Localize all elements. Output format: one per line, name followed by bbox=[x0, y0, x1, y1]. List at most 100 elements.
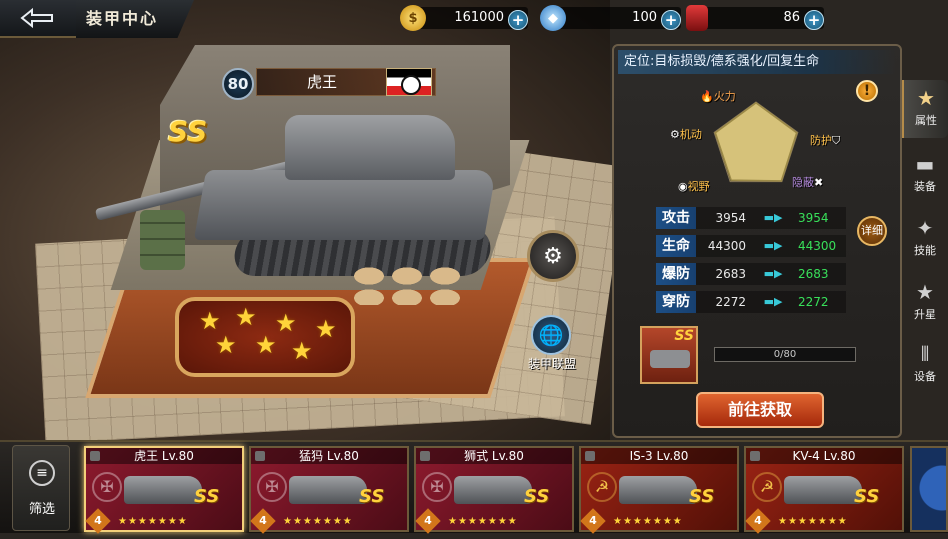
gold-resource: $ 161000 + bbox=[400, 5, 528, 31]
fuel-barrel-icon bbox=[686, 5, 708, 31]
star-icon: ★ bbox=[291, 337, 313, 365]
card-stars: ★★★★★★★ bbox=[448, 516, 518, 527]
page-title: 装甲中心 bbox=[76, 0, 194, 38]
card-count: 4 bbox=[85, 508, 111, 534]
star-up-icon: ★ bbox=[916, 280, 934, 304]
hammer-sickle-icon: ☭ bbox=[752, 472, 782, 502]
stats-table: 攻击 3954 ▬▶ 3954 生命 44300 ▬▶ 44300 爆防 268… bbox=[656, 206, 854, 318]
tank-tab-icon: ▬ bbox=[915, 152, 935, 176]
tab-skills[interactable]: ✦ 技能 bbox=[902, 210, 948, 268]
star-icon: ★ bbox=[255, 331, 277, 359]
stat-row: 穿防 2272 ▬▶ 2272 bbox=[656, 290, 854, 314]
tank-name: 虎王 bbox=[307, 73, 338, 91]
stat-new: 2683 bbox=[794, 263, 846, 285]
card-name: 狮式 Lv.80 bbox=[416, 448, 572, 464]
stat-new: 3954 bbox=[794, 207, 846, 229]
diamond-icon: ◆ bbox=[540, 5, 566, 31]
star-icon: ★ bbox=[235, 303, 257, 331]
add-fuel-button[interactable]: + bbox=[804, 10, 824, 30]
side-tabs: ★ 属性 ▬ 装备 ✦ 技能 ★ 升星 ⦀ 设备 bbox=[902, 80, 948, 390]
mini-tank-icon bbox=[650, 350, 690, 368]
fuel-resource: 86 + bbox=[686, 5, 824, 31]
card-rank: SS bbox=[524, 486, 550, 507]
detail-button[interactable]: 详细 bbox=[857, 216, 887, 246]
axis-mobility: ⚙机动 bbox=[670, 128, 702, 141]
axis-firepower: 🔥火力 bbox=[700, 90, 736, 103]
tank-rank: SS bbox=[168, 115, 208, 148]
star-icon: ★ bbox=[315, 315, 337, 343]
tank-skill-icon: ✦ bbox=[916, 216, 934, 240]
card-tank-image bbox=[124, 476, 202, 504]
tab-label: 属性 bbox=[915, 114, 937, 127]
tab-label: 技能 bbox=[914, 244, 936, 257]
top-bar: 装甲中心 $ 161000 + ◆ 100 + 86 + bbox=[0, 0, 948, 38]
card-rank: SS bbox=[194, 486, 220, 507]
stat-new: 44300 bbox=[794, 235, 846, 257]
iron-cross-icon: ✠ bbox=[257, 472, 287, 502]
card-tank-image bbox=[619, 476, 697, 504]
tank-turret bbox=[285, 115, 455, 180]
hammer-sickle-icon: ☭ bbox=[587, 472, 617, 502]
arrow-icon: ▬▶ bbox=[752, 235, 794, 257]
back-button[interactable] bbox=[0, 0, 76, 38]
card-count: 4 bbox=[580, 508, 606, 534]
add-gold-button[interactable]: + bbox=[508, 10, 528, 30]
iron-cross-icon: ✠ bbox=[92, 472, 122, 502]
card-count: 4 bbox=[415, 508, 441, 534]
stat-base: 44300 bbox=[696, 235, 752, 257]
tank-fragment-item[interactable]: SS bbox=[640, 326, 698, 384]
card-name: 猛犸 Lv.80 bbox=[251, 448, 407, 464]
card-rank: SS bbox=[854, 486, 880, 507]
tank-card[interactable]: 狮式 Lv.80 ✠ SS 4 ★★★★★★★ bbox=[414, 446, 574, 534]
alliance-globe-icon[interactable]: 🌐 bbox=[531, 315, 571, 355]
sandbags bbox=[350, 265, 460, 305]
stat-new: 2272 bbox=[794, 291, 846, 313]
stat-name: 攻击 bbox=[656, 207, 696, 229]
add-diamond-button[interactable]: + bbox=[661, 10, 681, 30]
stat-name: 生命 bbox=[656, 235, 696, 257]
shells-icon: ⦀ bbox=[920, 342, 930, 366]
star-icon: ★ bbox=[215, 331, 237, 359]
stat-base: 2272 bbox=[696, 291, 752, 313]
star-icon: ★ bbox=[275, 309, 297, 337]
eye-icon: ◉ bbox=[678, 180, 688, 193]
card-tank-image bbox=[454, 476, 532, 504]
attribute-pentagon bbox=[713, 101, 799, 183]
filter-button[interactable]: ≡ 筛选 bbox=[12, 445, 70, 531]
stat-base: 2683 bbox=[696, 263, 752, 285]
tab-star-up[interactable]: ★ 升星 bbox=[902, 274, 948, 332]
tank-card[interactable]: 虎王 Lv.80 ✠ SS 4 ★★★★★★★ bbox=[84, 446, 244, 534]
card-stars: ★★★★★★★ bbox=[283, 516, 353, 527]
cross-icon: ✖ bbox=[814, 176, 824, 189]
tab-devices[interactable]: ⦀ 设备 bbox=[902, 336, 948, 394]
tab-label: 设备 bbox=[914, 370, 936, 383]
fragment-progress: 0/80 bbox=[714, 347, 856, 362]
back-arrow-icon bbox=[20, 7, 53, 29]
iron-cross-icon: ✠ bbox=[422, 472, 452, 502]
gold-coin-icon: $ bbox=[400, 5, 426, 31]
arrow-icon: ▬▶ bbox=[752, 291, 794, 313]
tank-card-partial[interactable] bbox=[910, 446, 948, 532]
card-count: 4 bbox=[250, 508, 276, 534]
diamond-resource: ◆ 100 + bbox=[540, 5, 681, 31]
card-rank: SS bbox=[689, 486, 715, 507]
goto-obtain-button[interactable]: 前往获取 bbox=[696, 392, 824, 428]
card-tank-image bbox=[784, 476, 862, 504]
filter-icon: ≡ bbox=[29, 460, 55, 486]
tank-card[interactable]: IS-3 Lv.80 ☭ SS 4 ★★★★★★★ bbox=[579, 446, 739, 534]
role-text: 定位:目标损毁/德系强化/回复生命 bbox=[618, 50, 896, 74]
tank-card[interactable]: 猛犸 Lv.80 ✠ SS 4 ★★★★★★★ bbox=[249, 446, 409, 534]
barrels bbox=[140, 210, 185, 270]
arrow-icon: ▬▶ bbox=[752, 207, 794, 229]
card-name: IS-3 Lv.80 bbox=[581, 448, 737, 464]
fire-icon: 🔥 bbox=[700, 90, 714, 103]
tab-attributes[interactable]: ★ 属性 bbox=[902, 80, 948, 138]
gear-icon: ⚙ bbox=[670, 128, 680, 141]
tab-equipment[interactable]: ▬ 装备 bbox=[902, 146, 948, 204]
tank-silhouette-button[interactable]: ⚙ bbox=[527, 230, 579, 282]
stat-row: 爆防 2683 ▬▶ 2683 bbox=[656, 262, 854, 286]
tank-model[interactable] bbox=[193, 170, 497, 240]
tank-card[interactable]: KV-4 Lv.80 ☭ SS 4 ★★★★★★★ bbox=[744, 446, 904, 534]
alliance-label[interactable]: 装甲联盟 bbox=[520, 355, 584, 372]
axis-armor: 防护⛉ bbox=[810, 134, 841, 147]
